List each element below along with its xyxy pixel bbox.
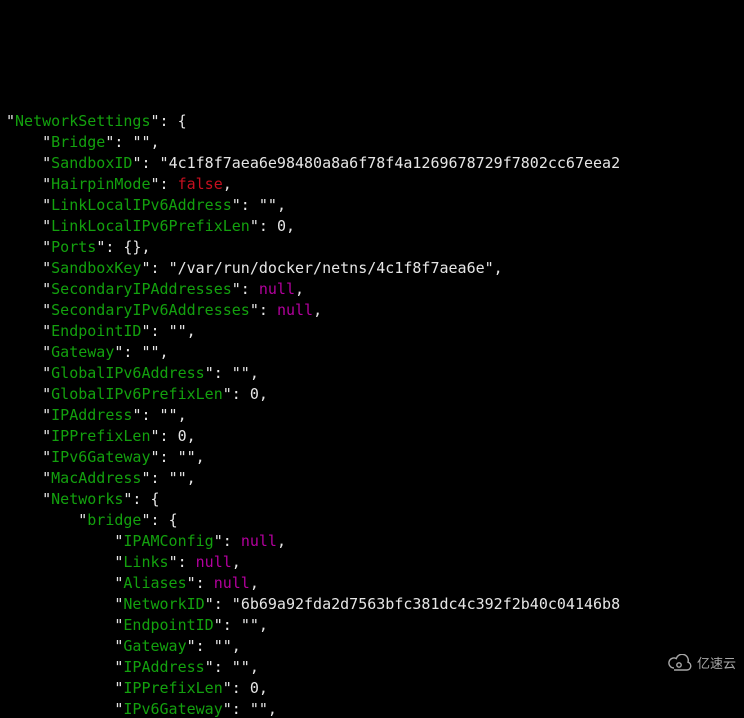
key-Links: Links xyxy=(123,553,168,571)
key-n-EndpointID: EndpointID xyxy=(123,616,213,634)
watermark: 亿速云 xyxy=(667,612,736,714)
key-n-Gateway: Gateway xyxy=(123,637,186,655)
key-IPPrefixLen: IPPrefixLen xyxy=(51,427,150,445)
val-Links: null xyxy=(196,553,232,571)
val-GlobalIPv6PrefixLen: 0 xyxy=(250,385,259,403)
val-n-EndpointID: "" xyxy=(241,616,259,634)
val-EndpointID: "" xyxy=(169,322,187,340)
key-bridge: bridge xyxy=(87,511,141,529)
val-SecondaryIPv6Addresses: null xyxy=(277,301,313,319)
key-NetworkID: NetworkID xyxy=(123,595,204,613)
key-n-IPPrefixLen: IPPrefixLen xyxy=(123,679,222,697)
watermark-text: 亿速云 xyxy=(697,653,736,674)
val-IPAddress: "" xyxy=(160,406,178,424)
key-GlobalIPv6Address: GlobalIPv6Address xyxy=(51,364,205,382)
val-n-IPv6Gateway: "" xyxy=(250,700,268,718)
val-SandboxID: 4c1f8f7aea6e98480a8a6f78f4a1269678729f78… xyxy=(169,154,621,172)
val-NetworkID: 6b69a92fda2d7563bfc381dc4c392f2b40c04146… xyxy=(241,595,620,613)
key-SandboxID: SandboxID xyxy=(51,154,132,172)
key-HairpinMode: HairpinMode xyxy=(51,175,150,193)
key-NetworkSettings: NetworkSettings xyxy=(15,112,150,130)
key-GlobalIPv6PrefixLen: GlobalIPv6PrefixLen xyxy=(51,385,223,403)
key-Gateway: Gateway xyxy=(51,343,114,361)
val-LinkLocalIPv6PrefixLen: 0 xyxy=(277,217,286,235)
val-n-IPAddress: "" xyxy=(232,658,250,676)
val-Gateway: "" xyxy=(141,343,159,361)
val-GlobalIPv6Address: "" xyxy=(232,364,250,382)
json-output: "NetworkSettings": { "Bridge": "", "Sand… xyxy=(6,90,744,718)
val-Ports: {} xyxy=(123,238,141,256)
key-Aliases: Aliases xyxy=(123,574,186,592)
val-Bridge: "" xyxy=(132,133,150,151)
key-IPv6Gateway: IPv6Gateway xyxy=(51,448,150,466)
key-MacAddress: MacAddress xyxy=(51,469,141,487)
key-IPAddress: IPAddress xyxy=(51,406,132,424)
key-LinkLocalIPv6Address: LinkLocalIPv6Address xyxy=(51,196,232,214)
val-n-Gateway: "" xyxy=(214,637,232,655)
key-Ports: Ports xyxy=(51,238,96,256)
key-SandboxKey: SandboxKey xyxy=(51,259,141,277)
val-MacAddress: "" xyxy=(169,469,187,487)
val-HairpinMode: false xyxy=(178,175,223,193)
val-SecondaryIPAddresses: null xyxy=(259,280,295,298)
key-SecondaryIPAddresses: SecondaryIPAddresses xyxy=(51,280,232,298)
key-n-IPAddress: IPAddress xyxy=(123,658,204,676)
key-Bridge: Bridge xyxy=(51,133,105,151)
val-n-IPPrefixLen: 0 xyxy=(250,679,259,697)
val-Aliases: null xyxy=(214,574,250,592)
val-IPAMConfig: null xyxy=(241,532,277,550)
key-IPAMConfig: IPAMConfig xyxy=(123,532,213,550)
val-SandboxKey: /var/run/docker/netns/4c1f8f7aea6e xyxy=(178,259,485,277)
cloud-icon xyxy=(667,612,693,714)
key-Networks: Networks xyxy=(51,490,123,508)
val-IPPrefixLen: 0 xyxy=(178,427,187,445)
val-IPv6Gateway: "" xyxy=(178,448,196,466)
key-n-IPv6Gateway: IPv6Gateway xyxy=(123,700,222,718)
key-EndpointID: EndpointID xyxy=(51,322,141,340)
key-SecondaryIPv6Addresses: SecondaryIPv6Addresses xyxy=(51,301,250,319)
key-LinkLocalIPv6PrefixLen: LinkLocalIPv6PrefixLen xyxy=(51,217,250,235)
val-LinkLocalIPv6Address: "" xyxy=(259,196,277,214)
